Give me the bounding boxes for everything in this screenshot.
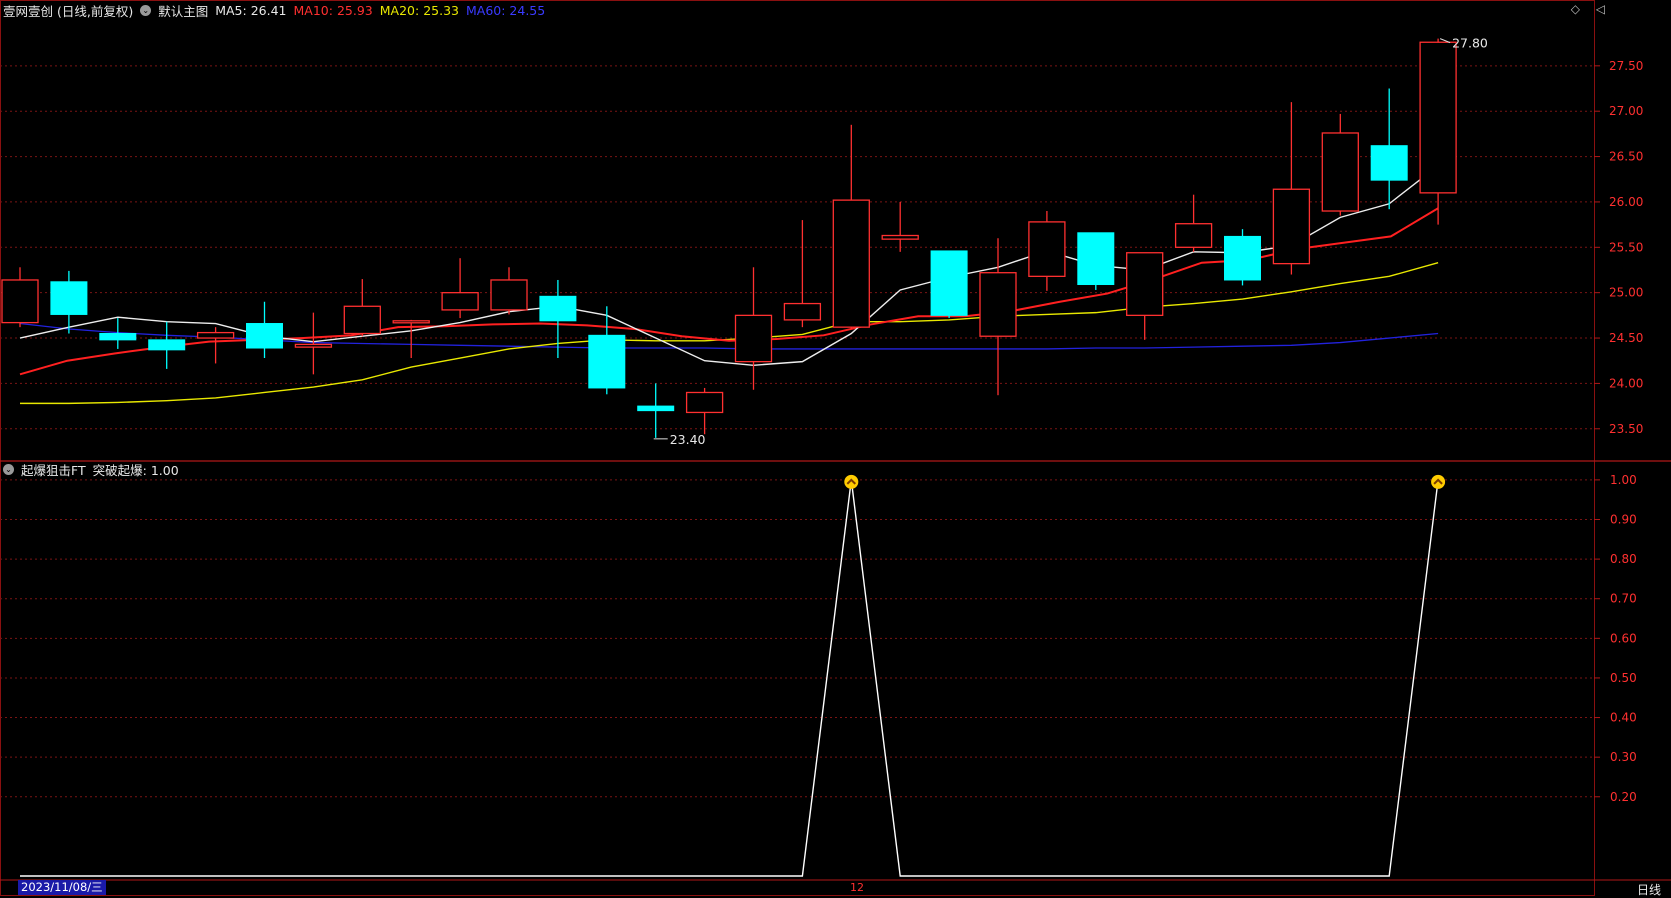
indicator-title[interactable]: 起爆狙击FT: [21, 460, 86, 479]
candle-body: [588, 334, 626, 389]
candle-body: [1370, 145, 1408, 181]
sub-tick-label: 0.40: [1610, 711, 1637, 725]
candle-body: [734, 314, 773, 363]
cursor-date-label: 2023/11/08/三: [18, 880, 106, 895]
moving-average-lines: [19, 165, 1439, 405]
indicator-value-legend: 突破起爆: 1.00: [92, 462, 179, 478]
ma10-line: [19, 207, 1439, 376]
main-tick-label: 27.00: [1609, 104, 1643, 118]
candle-body: [196, 331, 235, 339]
candle-body: [637, 405, 675, 412]
candle-body: [685, 391, 724, 414]
main-chart-header: 壹网壹创 (日线,前复权) ⌄ 默认主图 MA5: 26.41 MA10: 25…: [0, 0, 545, 20]
chevron-down-icon[interactable]: ⌄: [3, 463, 14, 475]
main-tick-label: 25.50: [1609, 240, 1643, 254]
high-price-label: 27.80: [1452, 36, 1488, 51]
main-price-axis[interactable]: 27.50 27.00 26.50 26.00 25.50 25.00 24.50 24.00…: [1594, 59, 1643, 436]
candle-body: [490, 279, 528, 311]
main-template-label[interactable]: 默认主图: [158, 1, 208, 20]
candle-body: [1028, 221, 1066, 277]
sub-tick-label: 0.20: [1610, 790, 1637, 804]
sub-tick-label: 0.30: [1610, 750, 1637, 764]
chevron-down-icon[interactable]: ⌄: [140, 4, 152, 16]
main-grid: [0, 65, 1594, 430]
signal-up-icon: [1431, 474, 1446, 489]
candle-body: [539, 295, 577, 322]
main-tick-label: 23.50: [1609, 422, 1643, 436]
candle-body: [1077, 232, 1115, 286]
candle-body: [50, 281, 88, 315]
sub-tick-label: 0.60: [1610, 631, 1637, 645]
ma10-legend: MA10: 25.93: [293, 2, 373, 18]
candle-body: [441, 292, 479, 311]
candle-body: [783, 302, 822, 321]
sub-tick-label: 0.50: [1610, 671, 1637, 685]
candle-body: [246, 323, 283, 349]
candle-body: [148, 339, 186, 351]
month-marker: 12: [850, 881, 864, 894]
candle-body: [832, 199, 870, 328]
candle-body: [1419, 41, 1457, 194]
candle-body: [1, 279, 39, 324]
sub-tick-label: 0.80: [1610, 552, 1637, 566]
candle-body: [1126, 252, 1164, 317]
candle-body: [1321, 132, 1359, 212]
sub-indicator-axis[interactable]: 1.00 0.90 0.80 0.70 0.60 0.50 0.40 0.30 0.20: [1594, 473, 1637, 804]
main-tick-label: 24.50: [1609, 331, 1643, 345]
candle-body: [979, 272, 1017, 337]
candlesticks[interactable]: [1, 38, 1457, 438]
sub-chart-header: ⌄ 起爆狙击FT 突破起爆: 1.00: [0, 459, 179, 479]
sub-tick-label: 0.70: [1610, 592, 1637, 606]
candle-body: [1224, 235, 1261, 281]
period-button[interactable]: 日线: [1637, 881, 1661, 898]
candle-body: [392, 320, 430, 324]
chart-stage[interactable]: 27.50 27.00 26.50 26.00 25.50 25.00 24.50 24.00…: [0, 0, 1671, 896]
main-tick-label: 24.00: [1609, 376, 1643, 390]
ma60-legend: MA60: 24.55: [465, 2, 546, 18]
stock-title[interactable]: 壹网壹创 (日线,前复权): [3, 1, 133, 20]
ma5-legend: MA5: 26.41: [215, 2, 287, 18]
candle-body: [343, 305, 381, 335]
candle-body: [1272, 188, 1311, 265]
sub-tick-label: 1.00: [1610, 473, 1637, 487]
candle-body: [99, 333, 137, 341]
ma20-legend: MA20: 25.33: [379, 2, 459, 18]
panel-toggle-icons[interactable]: ◇ ◁: [1571, 2, 1611, 16]
sub-tick-label: 0.90: [1610, 512, 1637, 526]
main-tick-label: 25.00: [1609, 286, 1643, 300]
candle-body: [1174, 223, 1213, 248]
sub-grid: [0, 479, 1594, 798]
candle-body: [881, 234, 919, 240]
signal-line: [20, 474, 1446, 877]
main-tick-label: 27.50: [1609, 59, 1643, 73]
high-low-annotations: 27.80 23.40: [653, 36, 1488, 447]
main-tick-label: 26.00: [1609, 195, 1643, 209]
candle-body: [930, 250, 968, 316]
candle-body: [294, 343, 333, 348]
main-tick-label: 26.50: [1609, 150, 1643, 164]
signal-up-icon: [844, 474, 859, 489]
low-price-label: 23.40: [670, 432, 706, 447]
